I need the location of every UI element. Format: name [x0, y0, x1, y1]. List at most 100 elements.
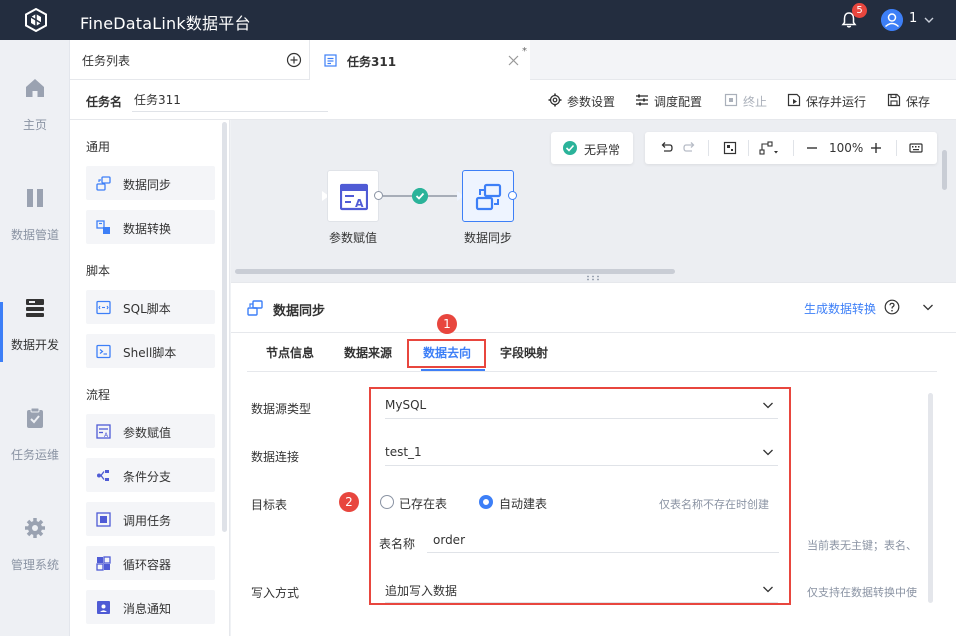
tab-task311[interactable]: 任务311 *: [310, 40, 530, 81]
detail-title: 数据同步: [273, 304, 326, 319]
target-table-label: 目标表: [251, 498, 288, 512]
pipeline-icon: [27, 189, 43, 207]
nav-item-home[interactable]: 主页: [0, 76, 70, 166]
write-mode-hint: 仅支持在数据转换中使: [807, 586, 917, 599]
component-label: 数据同步: [123, 178, 172, 192]
component-data-sync[interactable]: 数据同步: [86, 166, 215, 200]
chevron-down-icon[interactable]: [922, 13, 936, 27]
dev-icon: [26, 299, 44, 317]
save-run-icon: [787, 93, 801, 107]
connection-label: 数据连接: [251, 450, 300, 464]
nav-label: 数据开发: [10, 338, 59, 352]
component-param-assign[interactable]: A 参数赋值: [86, 414, 215, 448]
generate-transform-link[interactable]: 生成数据转换: [804, 300, 876, 317]
nav-item-pipeline[interactable]: 数据管道: [0, 186, 70, 276]
nav-label: 管理系统: [10, 558, 59, 572]
component-condition-branch[interactable]: 条件分支: [86, 458, 215, 492]
nav-item-dev[interactable]: 数据开发: [0, 296, 70, 386]
undo-icon[interactable]: [659, 141, 673, 155]
nav-item-ops[interactable]: 任务运维: [0, 406, 70, 496]
component-shell-script[interactable]: Shell脚本: [86, 334, 215, 368]
zoom-in-icon[interactable]: [869, 141, 883, 155]
call-task-icon: [96, 512, 111, 527]
data-transform-icon: [96, 220, 110, 234]
component-panel-scrollbar[interactable]: [222, 122, 227, 532]
task-name-input[interactable]: [132, 88, 328, 112]
detail-vertical-scrollbar[interactable]: [928, 393, 933, 603]
section-title-general: 通用: [86, 140, 111, 154]
toolbar-divider: [896, 140, 897, 156]
tab-node-info[interactable]: 节点信息: [266, 344, 314, 361]
canvas-vertical-scrollbar[interactable]: [942, 150, 947, 190]
task-list-header: 任务列表: [70, 40, 310, 80]
user-name[interactable]: 1: [909, 11, 917, 26]
gear-icon: [25, 518, 45, 538]
schedule-config-label: 调度配置: [654, 95, 703, 109]
divider: [247, 371, 937, 372]
node-output-port[interactable]: [374, 191, 383, 200]
zoom-out-icon[interactable]: [805, 141, 819, 155]
save-label: 保存: [906, 95, 931, 109]
keyboard-icon[interactable]: [909, 141, 923, 155]
tab-data-source[interactable]: 数据来源: [344, 344, 392, 361]
flow-canvas[interactable]: 无异常 100% A 参数赋值 数据同步: [231, 120, 956, 282]
task-list-title: 任务列表: [82, 54, 131, 68]
resize-handle-icon[interactable]: [586, 275, 600, 281]
component-message-notify[interactable]: 消息通知: [86, 590, 215, 624]
node-detail-panel: 数据同步 生成数据转换 节点信息 数据来源 数据去向 字段映射 1 数据源类型 …: [231, 282, 956, 636]
top-bar: FineDataLink数据平台 5 1: [0, 0, 956, 40]
highlight-box-tab: [407, 339, 486, 368]
component-label: Shell脚本: [123, 346, 177, 360]
unsaved-marker: *: [522, 46, 527, 57]
save-icon: [887, 93, 901, 107]
data-sync-icon: [96, 176, 111, 191]
toolbar-divider: [793, 140, 794, 156]
terminal-icon: [96, 344, 111, 359]
step-marker-2: 2: [339, 492, 359, 512]
layout-dropdown-icon[interactable]: [759, 141, 781, 155]
nav-label: 主页: [22, 118, 47, 132]
tab-field-mapping[interactable]: 字段映射: [500, 344, 548, 361]
component-panel: 通用 数据同步 数据转换 脚本 SQL脚本 Shell脚本 流程 A 参数赋值 …: [70, 120, 230, 636]
user-avatar-icon[interactable]: [881, 9, 903, 31]
param-assign-icon: A: [96, 424, 111, 439]
component-sql-script[interactable]: SQL脚本: [86, 290, 215, 324]
app-logo-icon: [25, 8, 47, 32]
component-data-transform[interactable]: 数据转换: [86, 210, 215, 244]
app-title: FineDataLink数据平台: [80, 14, 251, 33]
tab-bar: 任务311 *: [310, 40, 956, 81]
toolbar-divider: [708, 140, 709, 156]
node-output-port[interactable]: [508, 191, 517, 200]
zoom-level: 100%: [829, 141, 864, 155]
source-type-label: 数据源类型: [251, 402, 312, 416]
component-label: 循环容器: [123, 558, 172, 572]
param-settings-label: 参数设置: [567, 95, 616, 109]
node-data-sync[interactable]: [462, 170, 514, 222]
nav-label: 任务运维: [10, 448, 59, 462]
task-toolbar: 任务名 参数设置 调度配置 终止 保存并运行: [70, 80, 956, 120]
canvas-toolbar: 100%: [645, 132, 937, 164]
canvas-horizontal-scrollbar[interactable]: [235, 269, 675, 274]
task-name-label: 任务名: [86, 95, 123, 109]
fit-view-icon[interactable]: [723, 141, 737, 155]
nav-item-admin[interactable]: 管理系统: [0, 516, 70, 606]
help-icon[interactable]: [884, 299, 900, 315]
write-mode-label: 写入方式: [251, 586, 300, 600]
component-call-task[interactable]: 调用任务: [86, 502, 215, 536]
component-loop-container[interactable]: 循环容器: [86, 546, 215, 580]
redo-icon[interactable]: [683, 141, 697, 155]
svg-text:A: A: [355, 197, 364, 210]
data-sync-icon: [475, 183, 502, 211]
node-label: 数据同步: [463, 231, 512, 245]
message-icon: [97, 601, 110, 614]
node-param-assign[interactable]: A: [327, 170, 379, 222]
step-marker-1: 1: [437, 314, 457, 334]
close-icon[interactable]: [508, 55, 519, 66]
highlight-box-form: [369, 387, 791, 605]
edge-success-icon: [412, 188, 428, 204]
add-circle-icon[interactable]: [286, 52, 302, 68]
chevron-down-icon[interactable]: [921, 300, 935, 314]
stop-icon: [724, 93, 738, 107]
component-label: SQL脚本: [123, 302, 171, 316]
component-label: 参数赋值: [123, 426, 172, 440]
